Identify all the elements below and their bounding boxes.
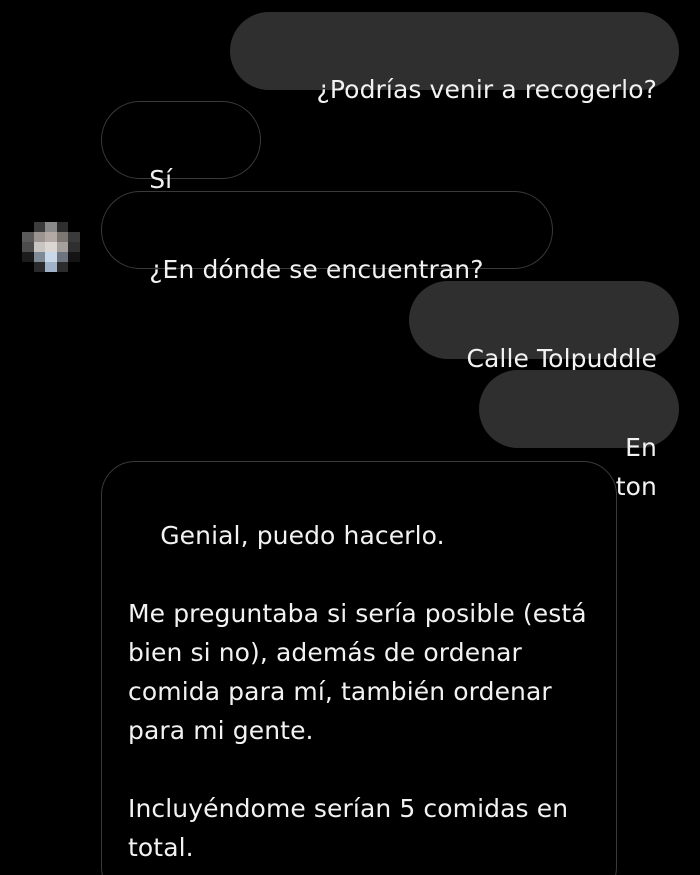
avatar-pixel [33,232,46,242]
avatar-pixel [68,222,80,232]
avatar-pixel [56,222,69,232]
avatar-pixel [45,222,57,232]
avatar-pixel [33,252,46,262]
message-bubble-incoming[interactable]: Genial, puedo hacerlo. Me preguntaba si … [101,461,617,875]
avatar-pixel [22,222,34,232]
avatar-pixel [45,242,57,252]
avatar-pixel [56,252,69,262]
message-thread: ¿Podrías venir a recogerlo? Sí puedo ¿En… [0,0,700,875]
message-text: Genial, puedo hacerlo. Me preguntaba si … [128,521,587,862]
avatar-pixel [33,262,46,272]
avatar-pixel [22,262,34,272]
avatar-pixel [22,232,34,242]
avatar-pixel [22,242,34,252]
message-text: Calle Tolpuddle [466,344,657,373]
message-bubble-outgoing[interactable]: ¿Podrías venir a recogerlo? [230,12,679,104]
avatar-pixel [22,252,34,262]
message-bubble-outgoing[interactable]: Calle Tolpuddle [409,281,679,373]
contact-avatar-icon[interactable] [22,222,80,272]
avatar-pixel [33,222,46,232]
avatar-pixel [56,242,69,252]
avatar-pixel [56,232,69,242]
avatar-pixel [56,262,69,272]
avatar-pixel [68,252,80,262]
avatar-pixel [68,232,80,242]
message-bubble-outgoing[interactable]: En Islington [479,370,679,501]
message-text: ¿En dónde se encuentran? [149,255,484,284]
avatar-pixel [33,242,46,252]
message-bubble-incoming[interactable]: Sí puedo [101,101,261,233]
message-text: ¿Podrías venir a recogerlo? [316,75,657,104]
message-bubble-incoming[interactable]: ¿En dónde se encuentran? [101,191,553,284]
avatar-pixel [45,252,57,262]
avatar-pixel [68,242,80,252]
avatar-pixel [68,262,80,272]
avatar-pixel [45,232,57,242]
avatar-pixel [45,262,57,272]
